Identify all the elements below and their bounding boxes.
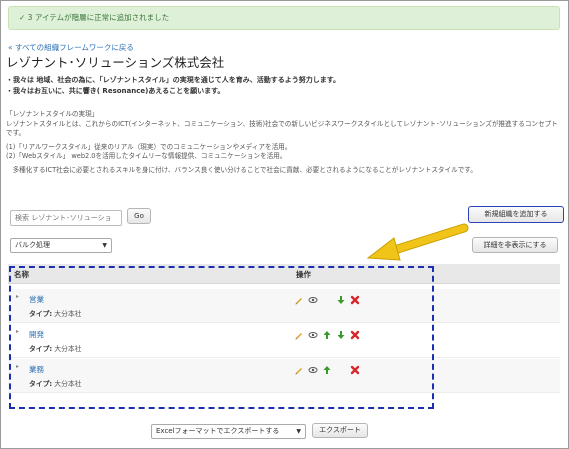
chevron-down-icon: ▼ [102,242,107,249]
go-button[interactable]: Go [127,208,151,224]
success-alert: ✓ 3 アイテムが階層に正常に追加されました [8,6,560,30]
view-icon[interactable] [308,330,318,340]
mission-line: ・我々は 地域、社会の為に、「レゾナントスタイル」の実現を通じて人を育み、活動す… [6,76,341,84]
table-row: ▸ 業務 タイプ: 大分本社 [8,359,560,393]
expand-arrow-icon[interactable]: ▸ [16,363,19,370]
type-value: 大分本社 [54,310,82,318]
chevron-down-icon: ▼ [296,428,301,435]
bulk-action-value: バルク処理 [15,241,50,249]
expand-arrow-icon[interactable]: ▸ [16,328,19,335]
edit-icon[interactable] [294,365,304,375]
mission-line: ・我々はお互いに、共に響き( Resonance)あえることを願います。 [6,87,225,95]
move-down-icon[interactable] [336,295,346,305]
table-row: ▸ 営業 タイプ: 大分本社 [8,289,560,323]
move-up-icon[interactable] [322,330,332,340]
annotation-arrow-icon [366,223,469,261]
edit-icon[interactable] [294,295,304,305]
table-row: ▸ 開発 タイプ: 大分本社 [8,324,560,358]
delete-icon[interactable] [350,365,360,375]
organization-description: 「レゾナントスタイルの実現」 レゾナントスタイルとは、これからのICT(インター… [6,110,562,175]
hide-details-button[interactable]: 詳細を非表示にする [472,237,558,253]
org-type: タイプ: 大分本社 [29,343,81,353]
type-label: タイプ: [29,310,53,318]
description-text: 多種化するICT社会に必要とされるスキルを身に付け、バランス良く使い分けることで… [6,165,477,174]
export-format-select[interactable]: Excelフォーマットでエクスポートする ▼ [151,424,306,439]
move-up-icon[interactable] [322,365,332,375]
view-icon[interactable] [308,295,318,305]
type-value: 大分本社 [54,345,82,353]
delete-icon[interactable] [350,295,360,305]
export-format-value: Excelフォーマットでエクスポートする [156,427,280,435]
description-text: (1)「リアルワークスタイル」従来のリアル（現実）でのコミュニケーションやメディ… [6,142,292,151]
move-down-icon[interactable] [336,330,346,340]
bulk-action-select[interactable]: バルク処理 ▼ [10,238,112,253]
org-name-link[interactable]: 開発 [29,329,44,340]
column-header-name: 名称 [14,270,29,279]
org-type: タイプ: 大分本社 [29,308,81,318]
edit-icon[interactable] [294,330,304,340]
description-text: (2)「Webスタイル」 web2.0を活用したタイムリーな情報提供、コミュニケ… [6,152,287,160]
expand-arrow-icon[interactable]: ▸ [16,293,19,300]
type-label: タイプ: [29,380,53,388]
org-name-link[interactable]: 営業 [29,294,44,305]
delete-icon[interactable] [350,330,360,340]
org-type: タイプ: 大分本社 [29,378,81,388]
description-heading: 「レゾナントスタイルの実現」 [6,110,99,118]
add-organization-button[interactable]: 新規組織を追加する [468,206,564,223]
type-label: タイプ: [29,345,53,353]
search-input[interactable] [10,210,122,226]
description-text: レゾナントスタイルとは、これからのICT(インターネット、コミュニケーション、技… [6,119,558,138]
export-button[interactable]: エクスポート [312,423,368,438]
table-header: 名称 操作 [8,264,560,284]
page-title: レゾナント･ソリューションズ株式会社 [6,55,225,70]
org-name-link[interactable]: 業務 [29,364,44,375]
type-value: 大分本社 [54,380,82,388]
view-icon[interactable] [308,365,318,375]
mission-statement: ・我々は 地域、社会の為に、「レゾナントスタイル」の実現を通じて人を育み、活動す… [6,75,556,97]
column-header-operations: 操作 [296,270,311,279]
